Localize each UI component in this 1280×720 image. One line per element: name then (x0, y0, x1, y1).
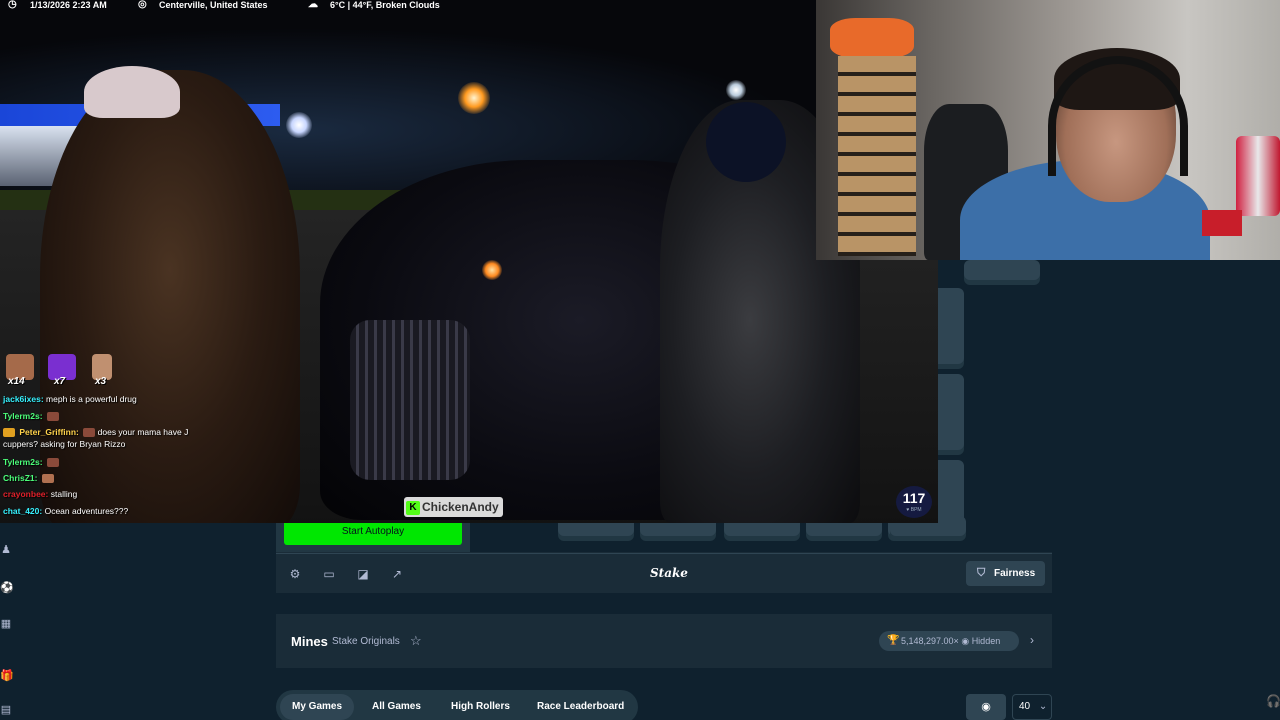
heart-rate-value: 117 (902, 490, 926, 506)
fairness-label: Fairness (994, 568, 1036, 579)
bottles (1236, 136, 1280, 216)
hat (84, 66, 180, 118)
globe-icon: ◎ (138, 0, 147, 10)
street-light (458, 82, 490, 114)
jeep-grille (350, 320, 470, 480)
tab-my-games[interactable]: My Games (280, 694, 355, 720)
sports-icon[interactable]: ⚽ (0, 582, 14, 594)
chat-message: crayonbee: stalling (3, 489, 78, 499)
mine-tile[interactable] (964, 260, 1040, 280)
stake-logo: Stake (650, 566, 688, 580)
emote-count: x7 (54, 376, 66, 387)
heart-rate-badge: 117 ♥ BPM (896, 486, 932, 518)
streamer-person (40, 70, 300, 523)
gear-icon[interactable]: ⚙ (288, 567, 302, 581)
chevron-right-icon[interactable]: › (1030, 633, 1034, 647)
headlight (482, 260, 502, 280)
theatre-mode-icon[interactable]: ▭ (322, 567, 336, 581)
tab-all-games[interactable]: All Games (360, 694, 433, 720)
beanie (706, 102, 786, 182)
webcam-feed (816, 0, 1280, 260)
shield-icon: ⛉ (977, 567, 986, 579)
emote-count: x3 (95, 376, 107, 387)
popout-icon[interactable]: ↗ (390, 567, 404, 581)
clock-icon: ◷ (8, 0, 17, 10)
rows-count-value: 40 (1019, 701, 1031, 712)
stream-video (0, 0, 938, 523)
channel-name: ChickenAndy (422, 500, 499, 514)
emote-icon (41, 474, 54, 484)
chat-message: chat_420: Ocean adventures??? (3, 506, 129, 516)
badge-icon (3, 428, 15, 438)
emote-icon (46, 412, 59, 422)
emote-icon (83, 428, 96, 438)
channel-watermark: K ChickenAndy (404, 497, 503, 517)
document-icon[interactable]: ▤ (0, 704, 12, 716)
stream-datetime: 1/13/2026 2:23 AM (30, 0, 107, 10)
chat-message: Peter_Griffinn: does your mama have J (3, 427, 188, 438)
street-light (286, 112, 312, 138)
multiplier-value: 5,148,297.00× (901, 636, 959, 646)
stream-weather: 6°C | 44°F, Broken Clouds (330, 0, 440, 10)
chat-message-continued: cuppers? asking for Bryan Rizzo (3, 439, 126, 449)
game-title: Mines (291, 634, 328, 649)
street-light (726, 80, 746, 100)
casino-icon[interactable]: ♟ (0, 544, 12, 556)
cardboard-box (838, 56, 916, 256)
star-icon[interactable]: ☆ (410, 633, 422, 649)
clothing-pile (830, 18, 914, 58)
game-subtitle[interactable]: Stake Originals (332, 636, 400, 647)
tab-race-leaderboard[interactable]: Race Leaderboard (525, 694, 636, 720)
grid-icon[interactable]: ▦ (0, 618, 12, 630)
chat-message: jack6ixes: meph is a powerful drug (3, 394, 137, 404)
chat-message: ChrisZ1: (3, 473, 54, 484)
emote-icon (46, 458, 59, 468)
emote-count: x14 (8, 376, 25, 387)
cloud-icon: ☁ (308, 0, 318, 10)
chevron-down-icon: ⌄ (1038, 701, 1048, 712)
hidden-label: Hidden (971, 636, 1001, 646)
gift-icon[interactable]: 🎁 (0, 670, 14, 682)
red-object (1202, 210, 1242, 236)
tab-high-rollers[interactable]: High Rollers (439, 694, 522, 720)
trophy-icon: 🏆 (887, 635, 900, 646)
rows-count-select[interactable]: 40 ⌄ (1012, 694, 1052, 720)
chat-message: Tylerm2s: (3, 457, 59, 468)
max-multiplier-badge: 🏆 5,148,297.00× ◉ Hidden (879, 631, 1019, 651)
heart-rate-unit: ♥ BPM (906, 507, 922, 513)
headset-icon[interactable]: 🎧 (1266, 694, 1280, 708)
hidden-icon[interactable]: ◉ (966, 694, 1006, 720)
kick-logo-icon: K (406, 500, 420, 515)
fairness-button[interactable]: ⛉ Fairness (966, 561, 1045, 586)
stream-location: Centerville, United States (159, 0, 268, 10)
chat-message: Tylerm2s: (3, 411, 59, 422)
stats-icon[interactable]: ◪ (356, 567, 370, 581)
hidden-icon: ◉ (961, 636, 972, 646)
